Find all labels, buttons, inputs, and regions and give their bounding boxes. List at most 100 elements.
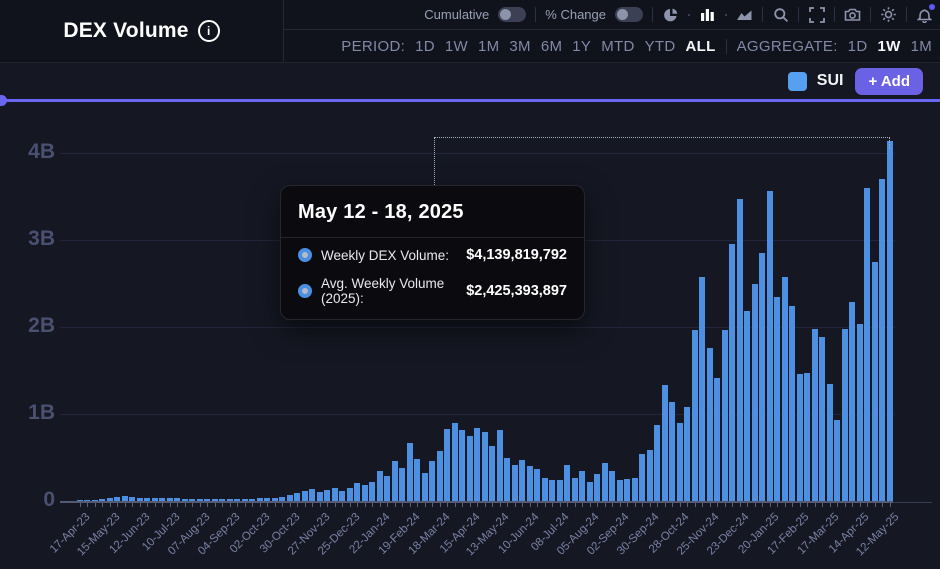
bar[interactable] [129, 497, 135, 501]
bar[interactable] [497, 430, 503, 501]
bar[interactable] [647, 450, 653, 501]
period-option-1y[interactable]: 1Y [572, 38, 591, 55]
bar[interactable] [287, 495, 293, 501]
bar[interactable] [759, 253, 765, 501]
bar[interactable] [114, 497, 120, 501]
bar[interactable] [692, 330, 698, 501]
bar[interactable] [737, 199, 743, 501]
period-option-all[interactable]: ALL [686, 38, 716, 55]
period-option-3m[interactable]: 3M [509, 38, 530, 55]
bar[interactable] [272, 498, 278, 502]
period-option-1m[interactable]: 1M [478, 38, 499, 55]
bar[interactable] [227, 499, 233, 501]
period-option-1d[interactable]: 1D [415, 38, 435, 55]
aggregate-option-1w[interactable]: 1W [877, 38, 900, 55]
bar[interactable] [504, 458, 510, 501]
bar[interactable] [542, 478, 548, 502]
bar[interactable] [819, 337, 825, 501]
area-chart-icon[interactable] [736, 6, 753, 23]
notifications-bell-icon[interactable] [916, 6, 933, 23]
bar[interactable] [767, 191, 773, 501]
bar[interactable] [654, 425, 660, 501]
bar[interactable] [159, 498, 165, 501]
bar[interactable] [174, 498, 180, 501]
bar[interactable] [399, 468, 405, 501]
period-option-ytd[interactable]: YTD [645, 38, 676, 55]
bar[interactable] [797, 374, 803, 501]
bar[interactable] [594, 474, 600, 501]
bar[interactable] [279, 497, 285, 501]
bar[interactable] [264, 498, 270, 501]
bar[interactable] [669, 402, 675, 501]
bar[interactable] [752, 284, 758, 501]
bar[interactable] [639, 454, 645, 501]
bar[interactable] [804, 373, 810, 501]
bar[interactable] [339, 491, 345, 501]
bar[interactable] [789, 306, 795, 501]
bar[interactable] [549, 480, 555, 501]
bar[interactable] [92, 500, 98, 501]
bar[interactable] [534, 469, 540, 501]
bar[interactable] [354, 483, 360, 501]
bar[interactable] [512, 465, 518, 501]
info-icon[interactable]: i [198, 20, 220, 42]
bar[interactable] [527, 466, 533, 501]
bar[interactable] [377, 471, 383, 501]
percent-change-toggle[interactable] [615, 7, 643, 22]
bar[interactable] [77, 500, 83, 501]
period-option-mtd[interactable]: MTD [601, 38, 634, 55]
bar[interactable] [332, 488, 338, 501]
bar[interactable] [564, 465, 570, 501]
bar[interactable] [699, 277, 705, 501]
bar[interactable] [722, 330, 728, 501]
bar[interactable] [437, 451, 443, 502]
bar[interactable] [557, 480, 563, 501]
bar[interactable] [474, 428, 480, 501]
bar[interactable] [849, 302, 855, 501]
bar[interactable] [257, 498, 263, 501]
bar[interactable] [137, 498, 143, 502]
bar[interactable] [309, 489, 315, 501]
bar[interactable] [384, 476, 390, 501]
bar[interactable] [429, 461, 435, 501]
bar[interactable] [834, 420, 840, 501]
bar[interactable] [414, 459, 420, 501]
bar[interactable] [519, 460, 525, 501]
bar[interactable] [774, 297, 780, 502]
bar[interactable] [482, 432, 488, 501]
bar[interactable] [677, 423, 683, 501]
bar-highlighted[interactable] [887, 141, 893, 501]
bar[interactable] [347, 488, 353, 501]
legend-item-sui[interactable]: SUI [788, 72, 844, 91]
bar[interactable] [572, 478, 578, 502]
bar[interactable] [362, 485, 368, 501]
bar[interactable] [684, 407, 690, 501]
bar[interactable] [624, 479, 630, 501]
bar[interactable] [444, 429, 450, 501]
bar[interactable] [609, 471, 615, 501]
bar[interactable] [204, 499, 210, 501]
bar[interactable] [197, 499, 203, 501]
bar[interactable] [842, 329, 848, 501]
bar[interactable] [182, 499, 188, 501]
bar[interactable] [707, 348, 713, 501]
bar[interactable] [407, 443, 413, 501]
camera-icon[interactable] [844, 6, 861, 23]
add-series-button[interactable]: + Add [855, 68, 923, 95]
bar[interactable] [812, 329, 818, 501]
bar[interactable] [632, 478, 638, 502]
bar[interactable] [744, 311, 750, 501]
bar[interactable] [827, 384, 833, 502]
bar[interactable] [294, 493, 300, 501]
bar[interactable] [489, 446, 495, 501]
bar[interactable] [242, 499, 248, 501]
bar[interactable] [84, 500, 90, 501]
fullscreen-icon[interactable] [808, 6, 825, 23]
bar[interactable] [324, 490, 330, 501]
bar[interactable] [467, 436, 473, 501]
bar[interactable] [587, 482, 593, 501]
bar[interactable] [617, 480, 623, 501]
aggregate-option-1d[interactable]: 1D [848, 38, 868, 55]
bar[interactable] [879, 179, 885, 501]
bar[interactable] [317, 492, 323, 501]
